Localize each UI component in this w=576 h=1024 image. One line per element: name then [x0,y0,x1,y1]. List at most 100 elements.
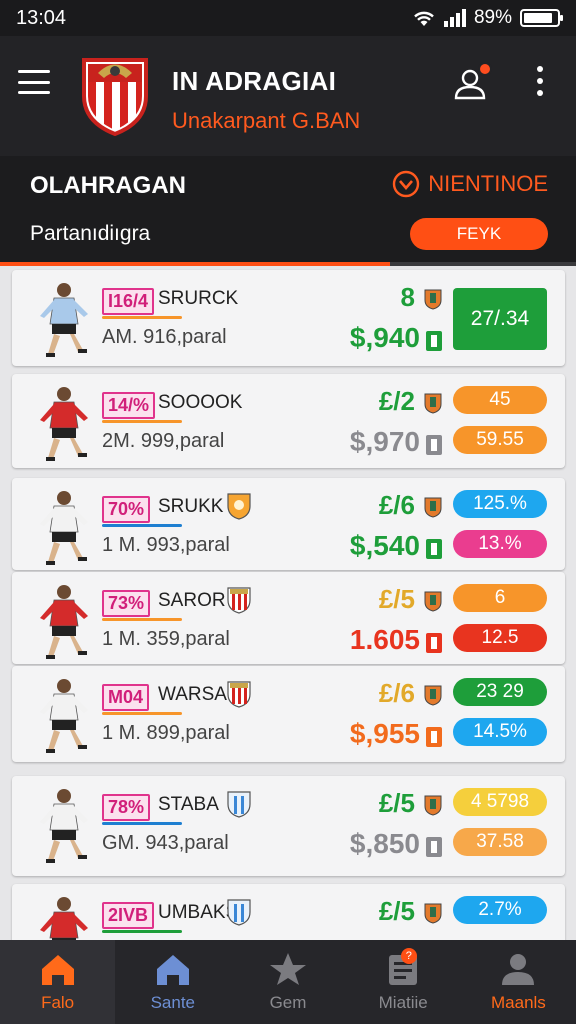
profile-icon[interactable] [452,62,492,102]
price-card-icon [426,837,442,857]
price-card-icon [426,435,442,455]
player-list[interactable]: I16/4 SRURCK AM. 916,paral 8 $,940 27/.34 14/… [0,266,576,940]
rating-badge-icon [424,685,442,706]
player-subtitle: AM. 916,paral [102,326,227,348]
player-photo [40,789,88,863]
player-subtitle: 1 M. 359,paral [102,628,230,650]
player-underline [102,316,182,319]
stat-pill-top[interactable]: 23 29 [453,678,547,706]
filter-button[interactable]: FEYK [410,218,548,250]
stat-pill-bottom[interactable]: 59.55 [453,426,547,454]
status-bar: 13:04 89% [0,0,576,36]
stat-pill-bottom[interactable]: 12.5 [453,624,547,652]
star-icon [270,953,306,985]
rating-badge-icon [424,497,442,518]
stat-pill-top[interactable]: 125.% [453,490,547,518]
club-badge-icon [227,791,251,818]
stat-tag: 70% [102,496,151,523]
stat-pill-top[interactable]: 6 [453,584,547,612]
stat-tag: 14/% [102,392,156,419]
player-underline [102,618,182,621]
player-photo [40,585,88,659]
section-title: OLAHRAGAN [30,172,186,199]
player-photo [40,283,88,357]
player-photo [40,387,88,461]
app-subtitle: Unakarpant G.BAN [172,108,361,133]
stat-pill-top[interactable]: 2.7% [453,896,547,924]
price-card-icon [426,539,442,559]
stat-pill-bottom[interactable]: 14.5% [453,718,547,746]
player-subtitle: 1 M. 993,paral [102,534,230,556]
nav-item-gem[interactable]: Gem [230,940,345,1024]
player-card[interactable]: 2IVB UMBAKS £/5 2.7% [12,884,565,940]
stat-pill-bottom[interactable]: 13.% [453,530,547,558]
player-price: $,955 [349,718,420,749]
value-box[interactable]: 27/.34 [453,288,547,350]
stat-pill-top[interactable]: 45 [453,386,547,414]
stat-tag: M04 [102,684,150,711]
nav-label: Miatiie [378,993,428,1012]
rating-badge-icon [424,795,442,816]
player-underline [102,524,182,527]
player-card[interactable]: 73% SAROR 1 M. 359,paral £/5 1.605 6 12.5 [12,572,565,664]
wifi-icon [414,11,434,26]
section-action-button[interactable]: NIENTINOE [392,170,548,198]
player-photo [40,897,88,940]
player-card[interactable]: 14/% SOOOOK 2M. 999,paral £/2 $,970 45 59.55 [12,374,565,468]
player-card[interactable]: M04 WARSA 1 M. 899,paral £/6 $,955 23 29 14.5… [12,666,565,762]
nav-item-sante[interactable]: Sante [115,940,230,1024]
player-card[interactable]: 70% SRUKK 1 M. 993,paral £/6 $,540 125.% 13.% [12,478,565,570]
player-name: STABA [158,794,219,815]
status-indicators: 89% [412,7,563,29]
player-photo [40,679,88,753]
rating-badge-icon [424,903,442,924]
player-underline [102,930,182,933]
nav-label: Gem [269,993,307,1012]
player-card[interactable]: I16/4 SRURCK AM. 916,paral 8 $,940 27/.34 [12,270,565,366]
player-name: SAROR [158,590,226,611]
stat-tag: 2IVB [102,902,155,929]
status-time: 13:04 [16,7,67,29]
signal-icon [443,9,466,27]
nav-label: Maanls [491,993,546,1012]
app-header: IN ADRAGIAI Unakarpant G.BAN [0,36,576,156]
player-card[interactable]: 78% STABA GM. 943,paral £/5 $,850 4 5798 37.5… [12,776,565,876]
more-vertical-icon[interactable] [536,66,544,96]
section-subtitle: Partanıdiıgra [30,222,151,245]
player-name: SOOOOK [158,392,243,413]
player-rating: £/5 [378,788,415,818]
stat-pill-top[interactable]: 4 5798 [453,788,547,816]
player-rating: £/5 [378,584,415,614]
rating-badge-icon [424,591,442,612]
player-name: SRUKK [158,496,224,517]
stat-tag: I16/4 [102,288,155,315]
stat-tag: 73% [102,590,151,617]
player-subtitle: 1 M. 899,paral [102,722,230,744]
notification-dot [478,62,492,76]
battery-percent: 89% [473,7,512,28]
club-badge-icon [227,587,251,614]
nav-item-miatiie[interactable]: Miatiie? [346,940,461,1024]
player-price: $,540 [349,530,420,561]
stat-tag: 78% [102,794,151,821]
stat-pill-bottom[interactable]: 37.58 [453,828,547,856]
player-name: WARSA [158,684,227,705]
nav-item-falo[interactable]: Falo [0,940,116,1024]
home-alt-icon [156,955,189,985]
player-underline [102,420,182,423]
menu-icon[interactable] [18,70,50,94]
app-title: IN ADRAGIAI [172,66,337,96]
home-icon [41,955,74,985]
player-price: $,940 [349,322,420,353]
nav-label: Falo [41,993,75,1012]
user-icon [502,954,535,985]
player-rating: £/5 [378,896,415,926]
player-rating: £/2 [378,386,415,416]
player-underline [102,712,182,715]
nav-item-maanls[interactable]: Maanls [461,940,576,1024]
player-underline [102,822,182,825]
player-subtitle: GM. 943,paral [102,832,229,854]
rating-badge-icon [424,393,442,414]
player-subtitle: 2M. 999,paral [102,430,225,452]
player-rating: £/6 [378,678,415,708]
